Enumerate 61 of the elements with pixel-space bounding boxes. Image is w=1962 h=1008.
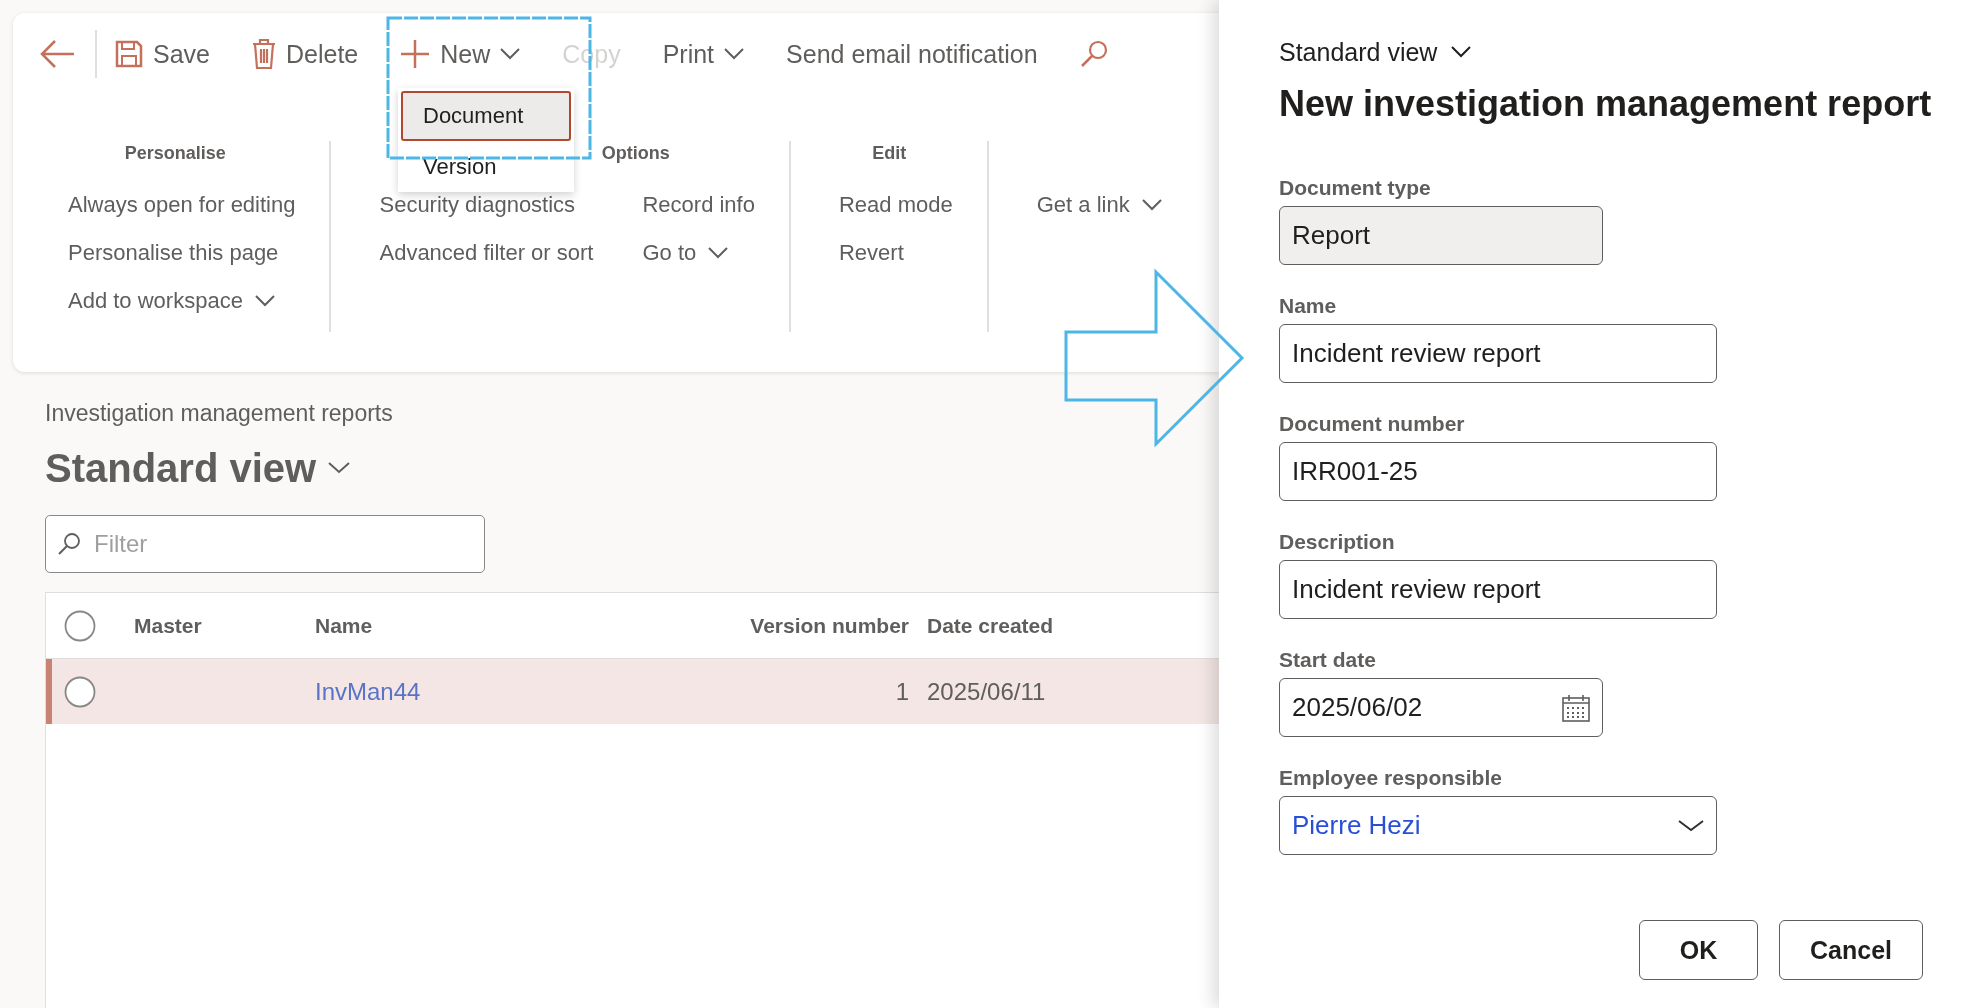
- send-email-button[interactable]: Send email notification: [786, 33, 1038, 75]
- ribbon-item[interactable]: Advanced filter or sort: [366, 229, 594, 277]
- chevron-down-icon: [724, 48, 745, 60]
- plus-icon: [400, 39, 431, 69]
- back-arrow-icon: [40, 39, 76, 69]
- field-label: Name: [1279, 294, 1338, 318]
- ribbon-item[interactable]: Add to workspace: [55, 277, 296, 325]
- search-icon: [1079, 40, 1108, 68]
- ribbon-item[interactable]: Always open for editing: [55, 181, 296, 229]
- table-cell: 1: [895, 677, 909, 705]
- column-header[interactable]: Date created: [909, 613, 1107, 638]
- ribbon-item[interactable]: Go to: [629, 229, 755, 277]
- cancel-button[interactable]: Cancel: [1779, 920, 1923, 980]
- column-header[interactable]: Version number: [609, 613, 909, 638]
- chevron-down-icon: [1678, 819, 1704, 832]
- ok-button[interactable]: OK: [1639, 920, 1758, 980]
- input-field: Incident review report: [1279, 560, 1717, 619]
- group-title: Edit: [871, 142, 908, 165]
- dialog-title: New investigation management report: [1279, 82, 1933, 126]
- ribbon-item[interactable]: Personalise this page: [55, 229, 296, 277]
- field-label: Document type: [1279, 176, 1432, 200]
- column-header[interactable]: Master: [113, 613, 315, 638]
- new-button[interactable]: New: [400, 33, 521, 75]
- view-selector[interactable]: Standard view: [1279, 32, 1472, 72]
- chevron-down-icon: [708, 247, 729, 259]
- filter-field[interactable]: Filter: [45, 515, 485, 573]
- delete-button[interactable]: Delete: [252, 33, 359, 75]
- field-label: Description: [1279, 530, 1396, 554]
- chevron-down-icon: [500, 48, 521, 60]
- column-header[interactable]: Name: [315, 613, 609, 638]
- dropdown-field: Pierre Hezi: [1279, 796, 1717, 855]
- toolbar-button[interactable]: Print: [662, 33, 745, 75]
- breadcrumb: Investigation management reports: [45, 399, 394, 428]
- ribbon-item[interactable]: Revert: [825, 229, 953, 277]
- chevron-down-icon: [1451, 46, 1472, 58]
- field-label: Document number: [1279, 412, 1466, 436]
- date-field: 2025/06/02: [1279, 678, 1603, 737]
- record-link[interactable]: InvMan44: [315, 677, 421, 705]
- input-field: IRR001-25: [1279, 442, 1717, 501]
- group-title: Personalise: [123, 142, 227, 165]
- select-circle[interactable]: [63, 609, 96, 642]
- ribbon-item[interactable]: Record info: [629, 181, 755, 229]
- table-row[interactable]: InvMan44 1 2025/06/11: [46, 659, 1219, 724]
- field-label: Start date: [1279, 648, 1377, 672]
- table-cell: 2025/06/11: [927, 677, 1046, 705]
- input-field: Incident review report: [1279, 324, 1717, 383]
- trash-can-icon: [252, 38, 276, 70]
- chevron-down-icon: [254, 295, 275, 307]
- select-circle[interactable]: [63, 675, 96, 708]
- search-icon: [57, 532, 81, 556]
- field-label: Employee responsible: [1279, 766, 1503, 790]
- input-field: Report: [1279, 206, 1603, 265]
- chevron-down-icon: [328, 462, 351, 474]
- save-button[interactable]: Save: [115, 33, 210, 75]
- calendar-icon: [1562, 693, 1590, 722]
- menu-item[interactable]: Document: [401, 91, 571, 141]
- chevron-down-icon: [1141, 199, 1162, 211]
- view-selector[interactable]: Standard view: [45, 438, 1219, 498]
- ribbon-item[interactable]: Get a link: [1023, 181, 1162, 229]
- group-title: Options: [600, 142, 671, 165]
- ribbon-item[interactable]: Read mode: [825, 181, 953, 229]
